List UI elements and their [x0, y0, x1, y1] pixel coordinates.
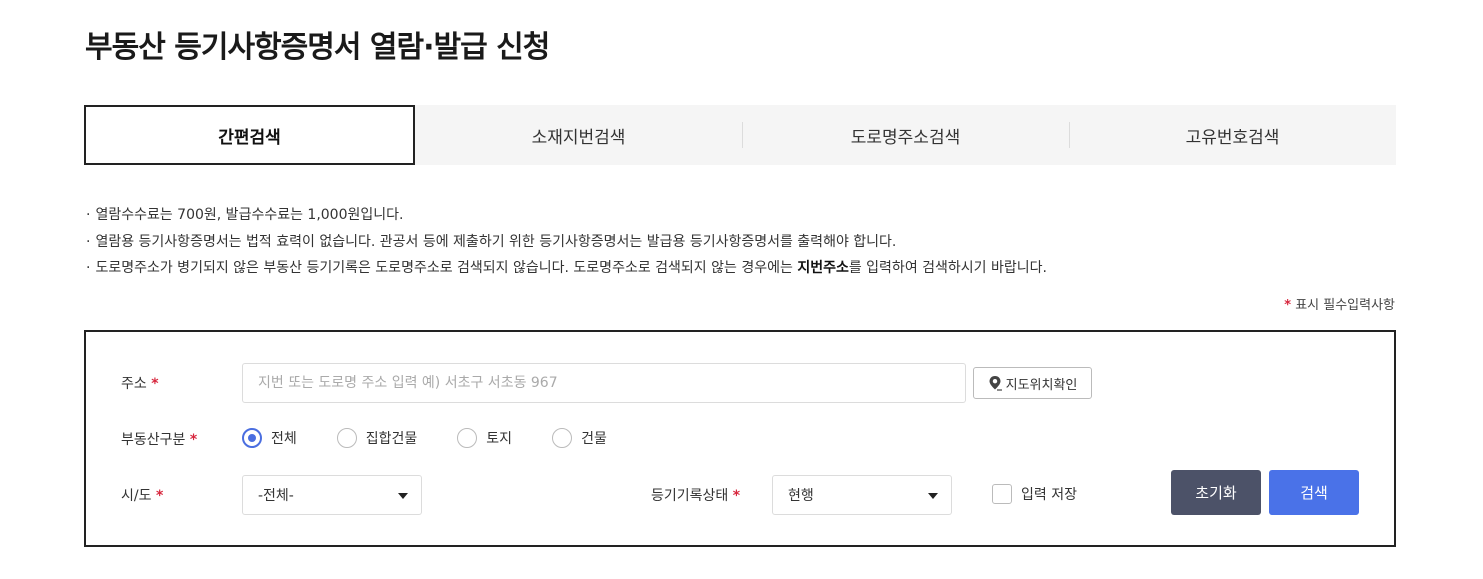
note-bullet: ·	[86, 260, 91, 276]
radio-land[interactable]: 토지	[457, 428, 512, 448]
required-star: *	[189, 432, 198, 448]
sido-select[interactable]: -전체-	[242, 475, 422, 515]
tab-divider	[1069, 122, 1070, 148]
tab-road-address-search[interactable]: 도로명주소검색	[742, 105, 1069, 165]
note-line: · 열람용 등기사항증명서는 법적 효력이 없습니다. 관공서 등에 제출하기 위…	[86, 233, 897, 250]
tab-label: 고유번호검색	[1185, 127, 1280, 148]
fee-notes: · 열람수수료는 700원, 발급수수료는 1,000원입니다. · 열람용 등기사…	[86, 202, 1047, 282]
note-line: · 도로명주소가 병기되지 않은 부동산 등기기록은 도로명주소로 검색되지 않습…	[86, 260, 1047, 276]
radio-button-checked[interactable]	[242, 428, 262, 448]
map-pin-icon	[989, 376, 1002, 391]
tab-label: 간편검색	[218, 127, 281, 148]
tab-unique-number-search[interactable]: 고유번호검색	[1069, 105, 1396, 165]
tab-divider	[742, 122, 743, 148]
radio-all[interactable]: 전체	[242, 428, 297, 448]
required-fields-note: * 표시 필수입력사항	[1284, 298, 1395, 313]
map-location-button[interactable]: 지도위치확인	[973, 367, 1092, 399]
radio-building[interactable]: 건물	[552, 428, 607, 448]
save-input-checkbox[interactable]: 입력 저장	[992, 484, 1077, 504]
radio-button[interactable]	[336, 428, 357, 448]
radio-button[interactable]	[552, 428, 573, 448]
address-input[interactable]	[242, 363, 966, 403]
search-button[interactable]: 검색	[1269, 470, 1359, 515]
checkbox[interactable]	[992, 484, 1012, 504]
note-bullet: ·	[86, 233, 91, 250]
record-status-select[interactable]: 현행	[772, 475, 952, 515]
tab-label: 소재지번검색	[531, 127, 626, 148]
dropdown-caret-icon	[398, 493, 408, 499]
dropdown-caret-icon	[928, 493, 938, 499]
tab-lot-number-search[interactable]: 소재지번검색	[415, 105, 742, 165]
record-status-label: 등기기록상태 *	[651, 488, 741, 504]
property-type-label: 부동산구분 *	[121, 432, 198, 448]
search-form: 주소 * 지도위치확인 부동산구분 * 전체 집합건물 토지 건물	[84, 330, 1396, 547]
tab-simple-search[interactable]: 간편검색	[84, 105, 415, 165]
radio-button[interactable]	[457, 428, 478, 448]
radio-aggregate-building[interactable]: 집합건물	[336, 428, 417, 448]
sido-label: 시/도 *	[121, 488, 164, 504]
note-bullet: ·	[86, 207, 91, 223]
note-emphasis: 지번주소	[797, 260, 849, 276]
required-star: *	[1284, 298, 1292, 313]
required-star: *	[732, 488, 741, 504]
address-label: 주소 *	[121, 376, 159, 392]
search-tabs: 간편검색 소재지번검색 도로명주소검색 고유번호검색	[84, 105, 1396, 165]
tab-label: 도로명주소검색	[850, 127, 961, 148]
page-title: 부동산 등기사항증명서 열람·발급 신청	[85, 30, 550, 65]
property-type-radio-group: 전체 집합건물 토지 건물	[242, 428, 647, 448]
note-line: · 열람수수료는 700원, 발급수수료는 1,000원입니다.	[86, 207, 404, 223]
required-star: *	[155, 488, 164, 504]
reset-button[interactable]: 초기화	[1171, 470, 1261, 515]
required-star: *	[151, 376, 159, 392]
